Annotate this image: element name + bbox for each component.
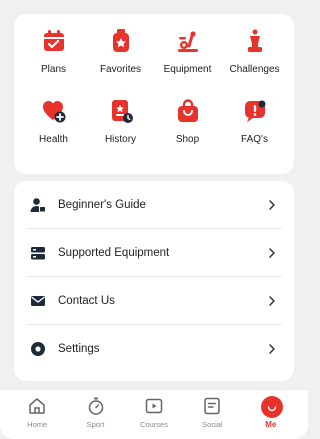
me-screen: Plans Favorites Equipment Challenges Hea…: [0, 0, 308, 439]
menu-item-label: Supported Equipment: [58, 246, 170, 259]
tab-label: Home: [27, 420, 48, 429]
tab-social[interactable]: Social: [189, 390, 235, 439]
server-icon: [30, 245, 46, 261]
shortcut-label: Favorites: [99, 64, 142, 75]
menu-item-label: Beginner's Guide: [58, 198, 146, 211]
bottom-tab-bar: Home Sport Courses Social Me: [0, 389, 308, 439]
shopping-bag-icon: [175, 98, 201, 124]
shortcut-faq[interactable]: FAQ's: [221, 98, 288, 168]
tab-sport[interactable]: Sport: [73, 390, 119, 439]
shortcut-history[interactable]: History: [87, 98, 154, 168]
menu-item-contact-us[interactable]: Contact Us: [26, 277, 282, 325]
calendar-check-icon: [41, 28, 67, 54]
shortcuts-grid: Plans Favorites Equipment Challenges Hea…: [14, 14, 294, 174]
chevron-right-icon: [266, 295, 278, 307]
shortcut-favorites[interactable]: Favorites: [87, 28, 154, 98]
shortcut-label: FAQ's: [241, 134, 268, 145]
shortcut-label: Plans: [40, 64, 66, 75]
tab-label: Social: [202, 420, 223, 429]
faq-chat-icon: [242, 98, 268, 124]
tab-home[interactable]: Home: [14, 390, 60, 439]
tab-me[interactable]: Me: [248, 390, 294, 439]
stopwatch-icon: [86, 396, 106, 416]
shortcut-plans[interactable]: Plans: [20, 28, 87, 98]
user-guide-icon: [30, 197, 46, 213]
tab-label: Me: [265, 420, 277, 429]
shortcut-shop[interactable]: Shop: [154, 98, 221, 168]
home-icon: [27, 396, 47, 416]
tab-courses[interactable]: Courses: [131, 390, 177, 439]
menu-item-beginners-guide[interactable]: Beginner's Guide: [26, 181, 282, 229]
exercise-bike-icon: [175, 28, 201, 54]
envelope-icon: [30, 293, 46, 309]
tab-label: Sport: [86, 420, 105, 429]
trophy-icon: [242, 28, 268, 54]
bookmark-star-icon: [108, 28, 134, 54]
chevron-right-icon: [266, 247, 278, 259]
shortcut-equipment[interactable]: Equipment: [154, 28, 221, 98]
shortcut-label: Challenges: [229, 64, 280, 75]
menu-item-supported-equipment[interactable]: Supported Equipment: [26, 229, 282, 277]
shortcut-label: Equipment: [163, 64, 212, 75]
profile-face-icon: [260, 396, 283, 418]
shortcut-challenges[interactable]: Challenges: [221, 28, 288, 98]
settings-menu: Beginner's Guide Supported Equipment Con…: [14, 181, 294, 381]
gear-icon: [30, 341, 46, 357]
tab-label: Courses: [140, 420, 168, 429]
shortcut-label: History: [104, 134, 137, 145]
message-icon: [202, 396, 222, 416]
history-doc-icon: [108, 98, 134, 124]
chevron-right-icon: [266, 343, 278, 355]
shortcut-health[interactable]: Health: [20, 98, 87, 168]
menu-item-label: Settings: [58, 343, 100, 355]
shortcut-label: Health: [39, 134, 68, 145]
heart-plus-icon: [41, 98, 67, 124]
menu-item-label: Contact Us: [58, 294, 115, 307]
menu-item-settings[interactable]: Settings: [26, 325, 282, 373]
shortcut-label: Shop: [175, 134, 200, 145]
chevron-right-icon: [266, 199, 278, 211]
play-box-icon: [144, 396, 164, 416]
